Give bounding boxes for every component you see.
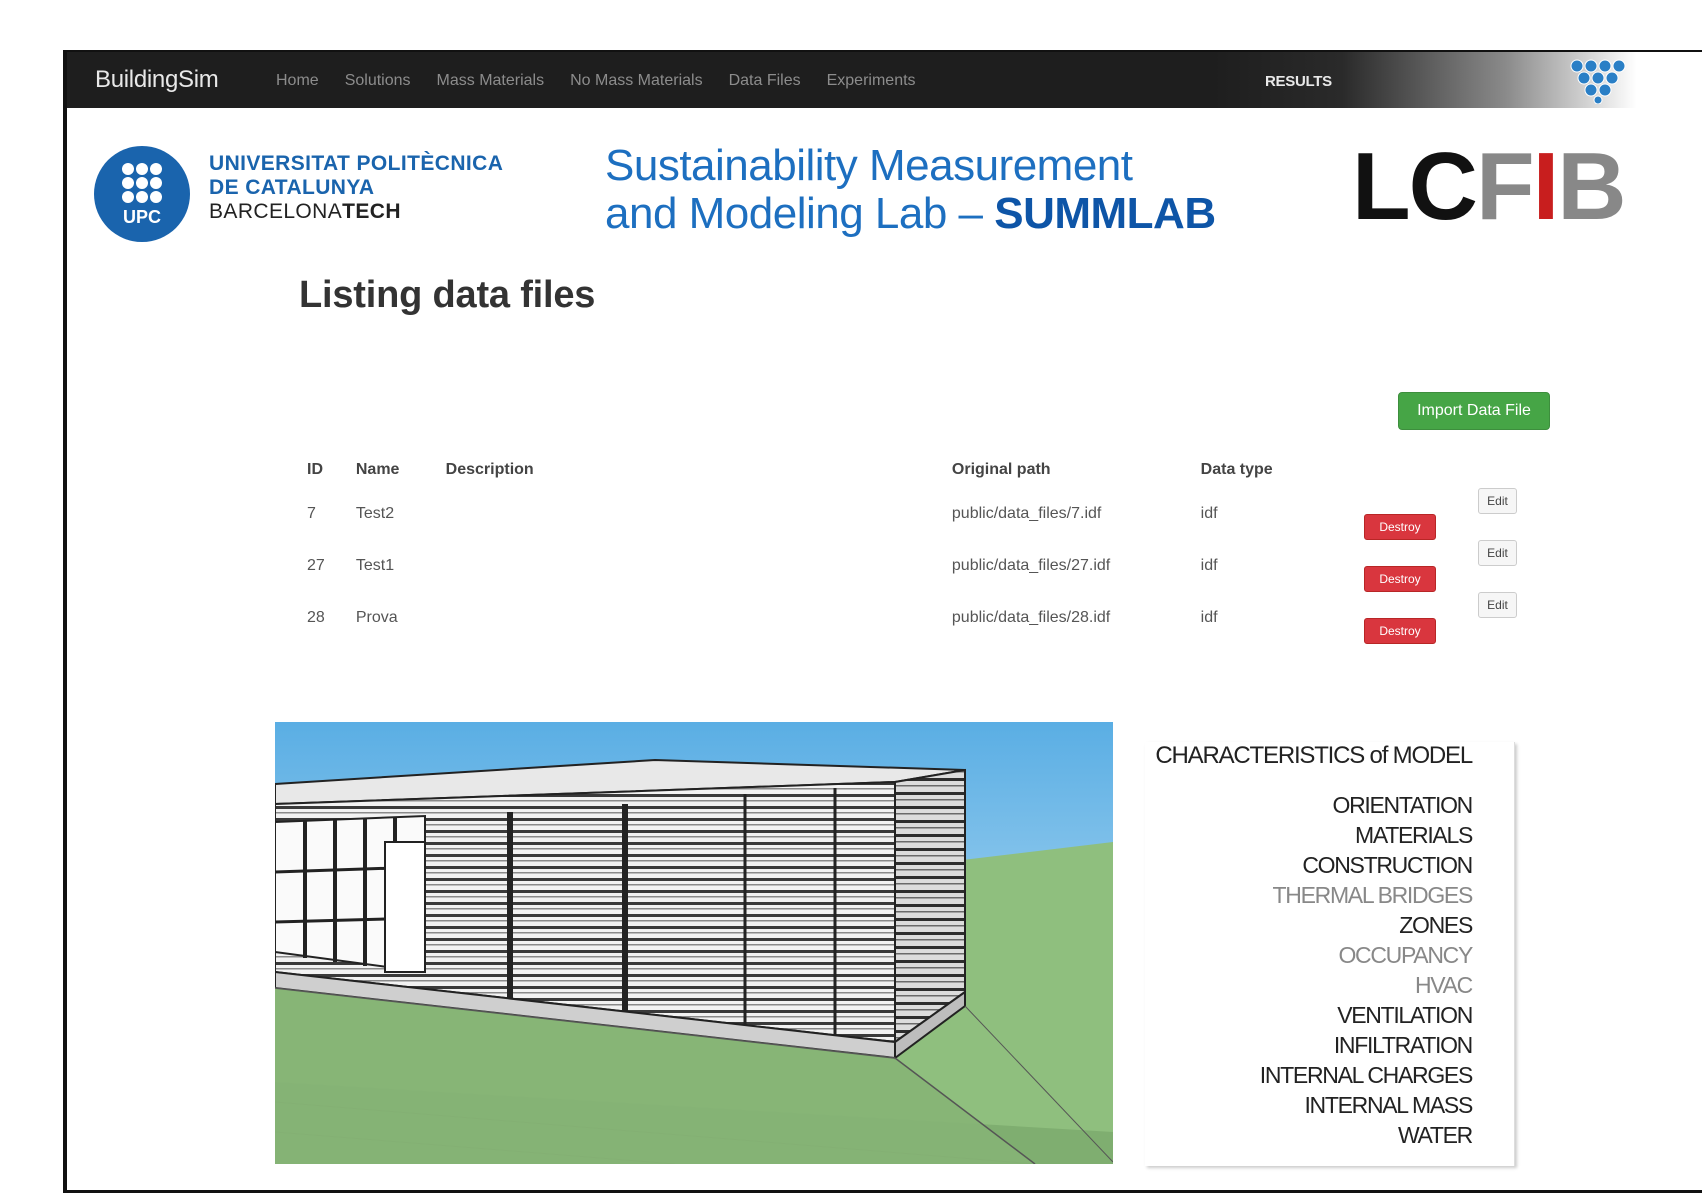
nav-mass-materials[interactable]: Mass Materials xyxy=(437,72,545,90)
characteristic-item: MATERIALS xyxy=(1355,822,1473,848)
nav-solutions[interactable]: Solutions xyxy=(345,72,411,90)
nav-no-mass-materials[interactable]: No Mass Materials xyxy=(570,72,702,90)
cell-type: idf xyxy=(1200,505,1218,522)
table-row: 27 Test1 public/data_files/27.idf idf Ed… xyxy=(297,540,1517,592)
summlab-heading: Sustainability Measurement and Modeling … xyxy=(605,142,1216,238)
characteristic-item: INTERNAL MASS xyxy=(1304,1092,1473,1118)
cell-description xyxy=(446,488,952,540)
summlab-line-2: and Modeling Lab – SUMMLAB xyxy=(605,189,1216,238)
characteristic-item: VENTILATION xyxy=(1337,1002,1473,1028)
data-files-table: ID Name Description Original path Data t… xyxy=(297,452,1517,644)
building-model-image xyxy=(275,722,1113,1164)
import-data-file-button[interactable]: Import Data File xyxy=(1398,392,1550,430)
characteristic-item: ORIENTATION xyxy=(1332,792,1474,818)
upc-line-2: DE CATALUNYA xyxy=(209,176,375,199)
cell-type: idf xyxy=(1200,557,1218,574)
cell-actions: Edit Destroy xyxy=(1362,488,1517,540)
cell-actions: Edit Destroy xyxy=(1362,592,1517,644)
header-description: Description xyxy=(445,461,534,478)
cell-id: 7 xyxy=(307,505,316,522)
cell-id: 28 xyxy=(307,609,325,626)
page-title: Listing data files xyxy=(299,274,596,316)
characteristics-list: ORIENTATION MATERIALS CONSTRUCTION THERM… xyxy=(1259,790,1474,1150)
characteristics-panel: CHARACTERISTICS of MODEL ORIENTATION MAT… xyxy=(1145,742,1515,1166)
upc-line-1: UNIVERSITAT POLITÈCNICA xyxy=(209,152,504,175)
characteristic-item: WATER xyxy=(1398,1122,1473,1148)
cell-type: idf xyxy=(1200,609,1218,626)
table-row: 28 Prova public/data_files/28.idf idf Ed… xyxy=(297,592,1517,644)
cell-description xyxy=(446,592,952,644)
nav-links: Home Solutions Mass Materials No Mass Ma… xyxy=(276,72,942,90)
top-navbar: BuildingSim Home Solutions Mass Material… xyxy=(67,52,1702,108)
table-header-row: ID Name Description Original path Data t… xyxy=(297,452,1517,488)
edit-button[interactable]: Edit xyxy=(1478,592,1517,618)
characteristics-title: CHARACTERISTICS of MODEL xyxy=(1155,742,1473,769)
upc-wordmark: UNIVERSITAT POLITÈCNICA DE CATALUNYA BAR… xyxy=(209,152,503,224)
network-logo-icon xyxy=(1570,59,1626,104)
characteristic-item: OCCUPANCY xyxy=(1338,942,1473,968)
upc-line-3: BARCELONATECH xyxy=(209,200,401,223)
characteristic-item: HVAC xyxy=(1415,972,1473,998)
summlab-line-1: Sustainability Measurement xyxy=(605,141,1133,190)
header-actions xyxy=(1362,452,1517,488)
header-id: ID xyxy=(307,461,323,478)
cell-id: 27 xyxy=(307,557,325,574)
nav-data-files[interactable]: Data Files xyxy=(729,72,801,90)
cell-path: public/data_files/28.idf xyxy=(951,609,1111,626)
table-row: 7 Test2 public/data_files/7.idf idf Edit… xyxy=(297,488,1517,540)
nav-results[interactable]: RESULTS xyxy=(1265,73,1332,90)
nav-experiments[interactable]: Experiments xyxy=(827,72,916,90)
edit-button[interactable]: Edit xyxy=(1478,488,1517,514)
characteristic-item: ZONES xyxy=(1399,912,1473,938)
header-original-path: Original path xyxy=(951,461,1051,478)
destroy-button[interactable]: Destroy xyxy=(1364,566,1436,592)
lcfib-logo: LCFIB xyxy=(1352,133,1627,240)
app-window: BuildingSim Home Solutions Mass Material… xyxy=(63,50,1702,1193)
brand-link[interactable]: BuildingSim xyxy=(95,66,219,94)
header-name: Name xyxy=(355,461,400,478)
characteristic-item: CONSTRUCTION xyxy=(1302,852,1473,878)
cell-name: Prova xyxy=(355,609,398,626)
cell-actions: Edit Destroy xyxy=(1362,540,1517,592)
header-data-type: Data type xyxy=(1200,461,1273,478)
characteristic-item: THERMAL BRIDGES xyxy=(1272,882,1474,908)
destroy-button[interactable]: Destroy xyxy=(1364,618,1436,644)
upc-logo-icon: UPC xyxy=(94,146,190,242)
characteristic-item: INFILTRATION xyxy=(1333,1032,1473,1058)
characteristic-item: INTERNAL CHARGES xyxy=(1259,1062,1474,1088)
nav-home[interactable]: Home xyxy=(276,72,319,90)
cell-name: Test2 xyxy=(355,505,395,522)
upc-logo-text: UPC xyxy=(123,207,161,227)
cell-path: public/data_files/27.idf xyxy=(951,557,1111,574)
cell-name: Test1 xyxy=(355,557,395,574)
destroy-button[interactable]: Destroy xyxy=(1364,514,1436,540)
cell-description xyxy=(446,540,952,592)
edit-button[interactable]: Edit xyxy=(1478,540,1517,566)
cell-path: public/data_files/7.idf xyxy=(951,505,1102,522)
